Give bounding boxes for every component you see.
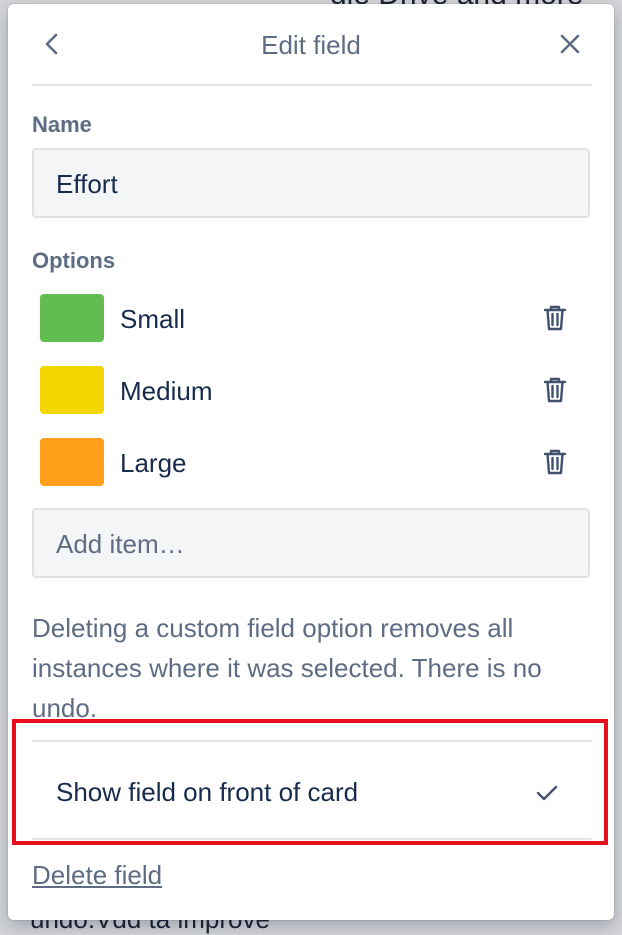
color-swatch-large[interactable] (40, 438, 104, 486)
add-item-placeholder: Add item… (56, 529, 185, 559)
show-on-card-label: Show field on front of card (56, 777, 359, 807)
close-icon (560, 34, 580, 54)
name-field[interactable]: Effort (32, 148, 590, 218)
option-item-large: Large (32, 436, 592, 492)
popover-title: Edit field (261, 30, 361, 60)
checkmark-icon (536, 785, 558, 801)
name-field-value: Effort (56, 169, 118, 199)
name-label: Name (32, 112, 92, 137)
delete-field-link[interactable]: Delete field (32, 860, 162, 891)
option-label-large[interactable]: Large (120, 448, 187, 479)
popover-header: Edit field (8, 4, 614, 84)
color-swatch-medium[interactable] (40, 366, 104, 414)
edit-field-popover: Edit field Name Effort Options Small Med… (8, 4, 614, 920)
trash-icon[interactable] (542, 376, 568, 404)
header-divider (32, 84, 592, 86)
close-button[interactable] (552, 26, 588, 62)
show-on-card-toggle[interactable]: Show field on front of card (32, 742, 592, 838)
add-item-input[interactable]: Add item… (32, 508, 590, 578)
option-item-medium: Medium (32, 364, 592, 420)
trash-icon[interactable] (542, 448, 568, 476)
options-label: Options (32, 248, 116, 273)
trash-icon[interactable] (542, 304, 568, 332)
option-label-medium[interactable]: Medium (120, 376, 212, 407)
color-swatch-small[interactable] (40, 294, 104, 342)
option-item-small: Small (32, 292, 592, 348)
option-label-small[interactable]: Small (120, 304, 185, 335)
divider (32, 838, 592, 840)
delete-warning-note: Deleting a custom field option removes a… (32, 613, 542, 723)
